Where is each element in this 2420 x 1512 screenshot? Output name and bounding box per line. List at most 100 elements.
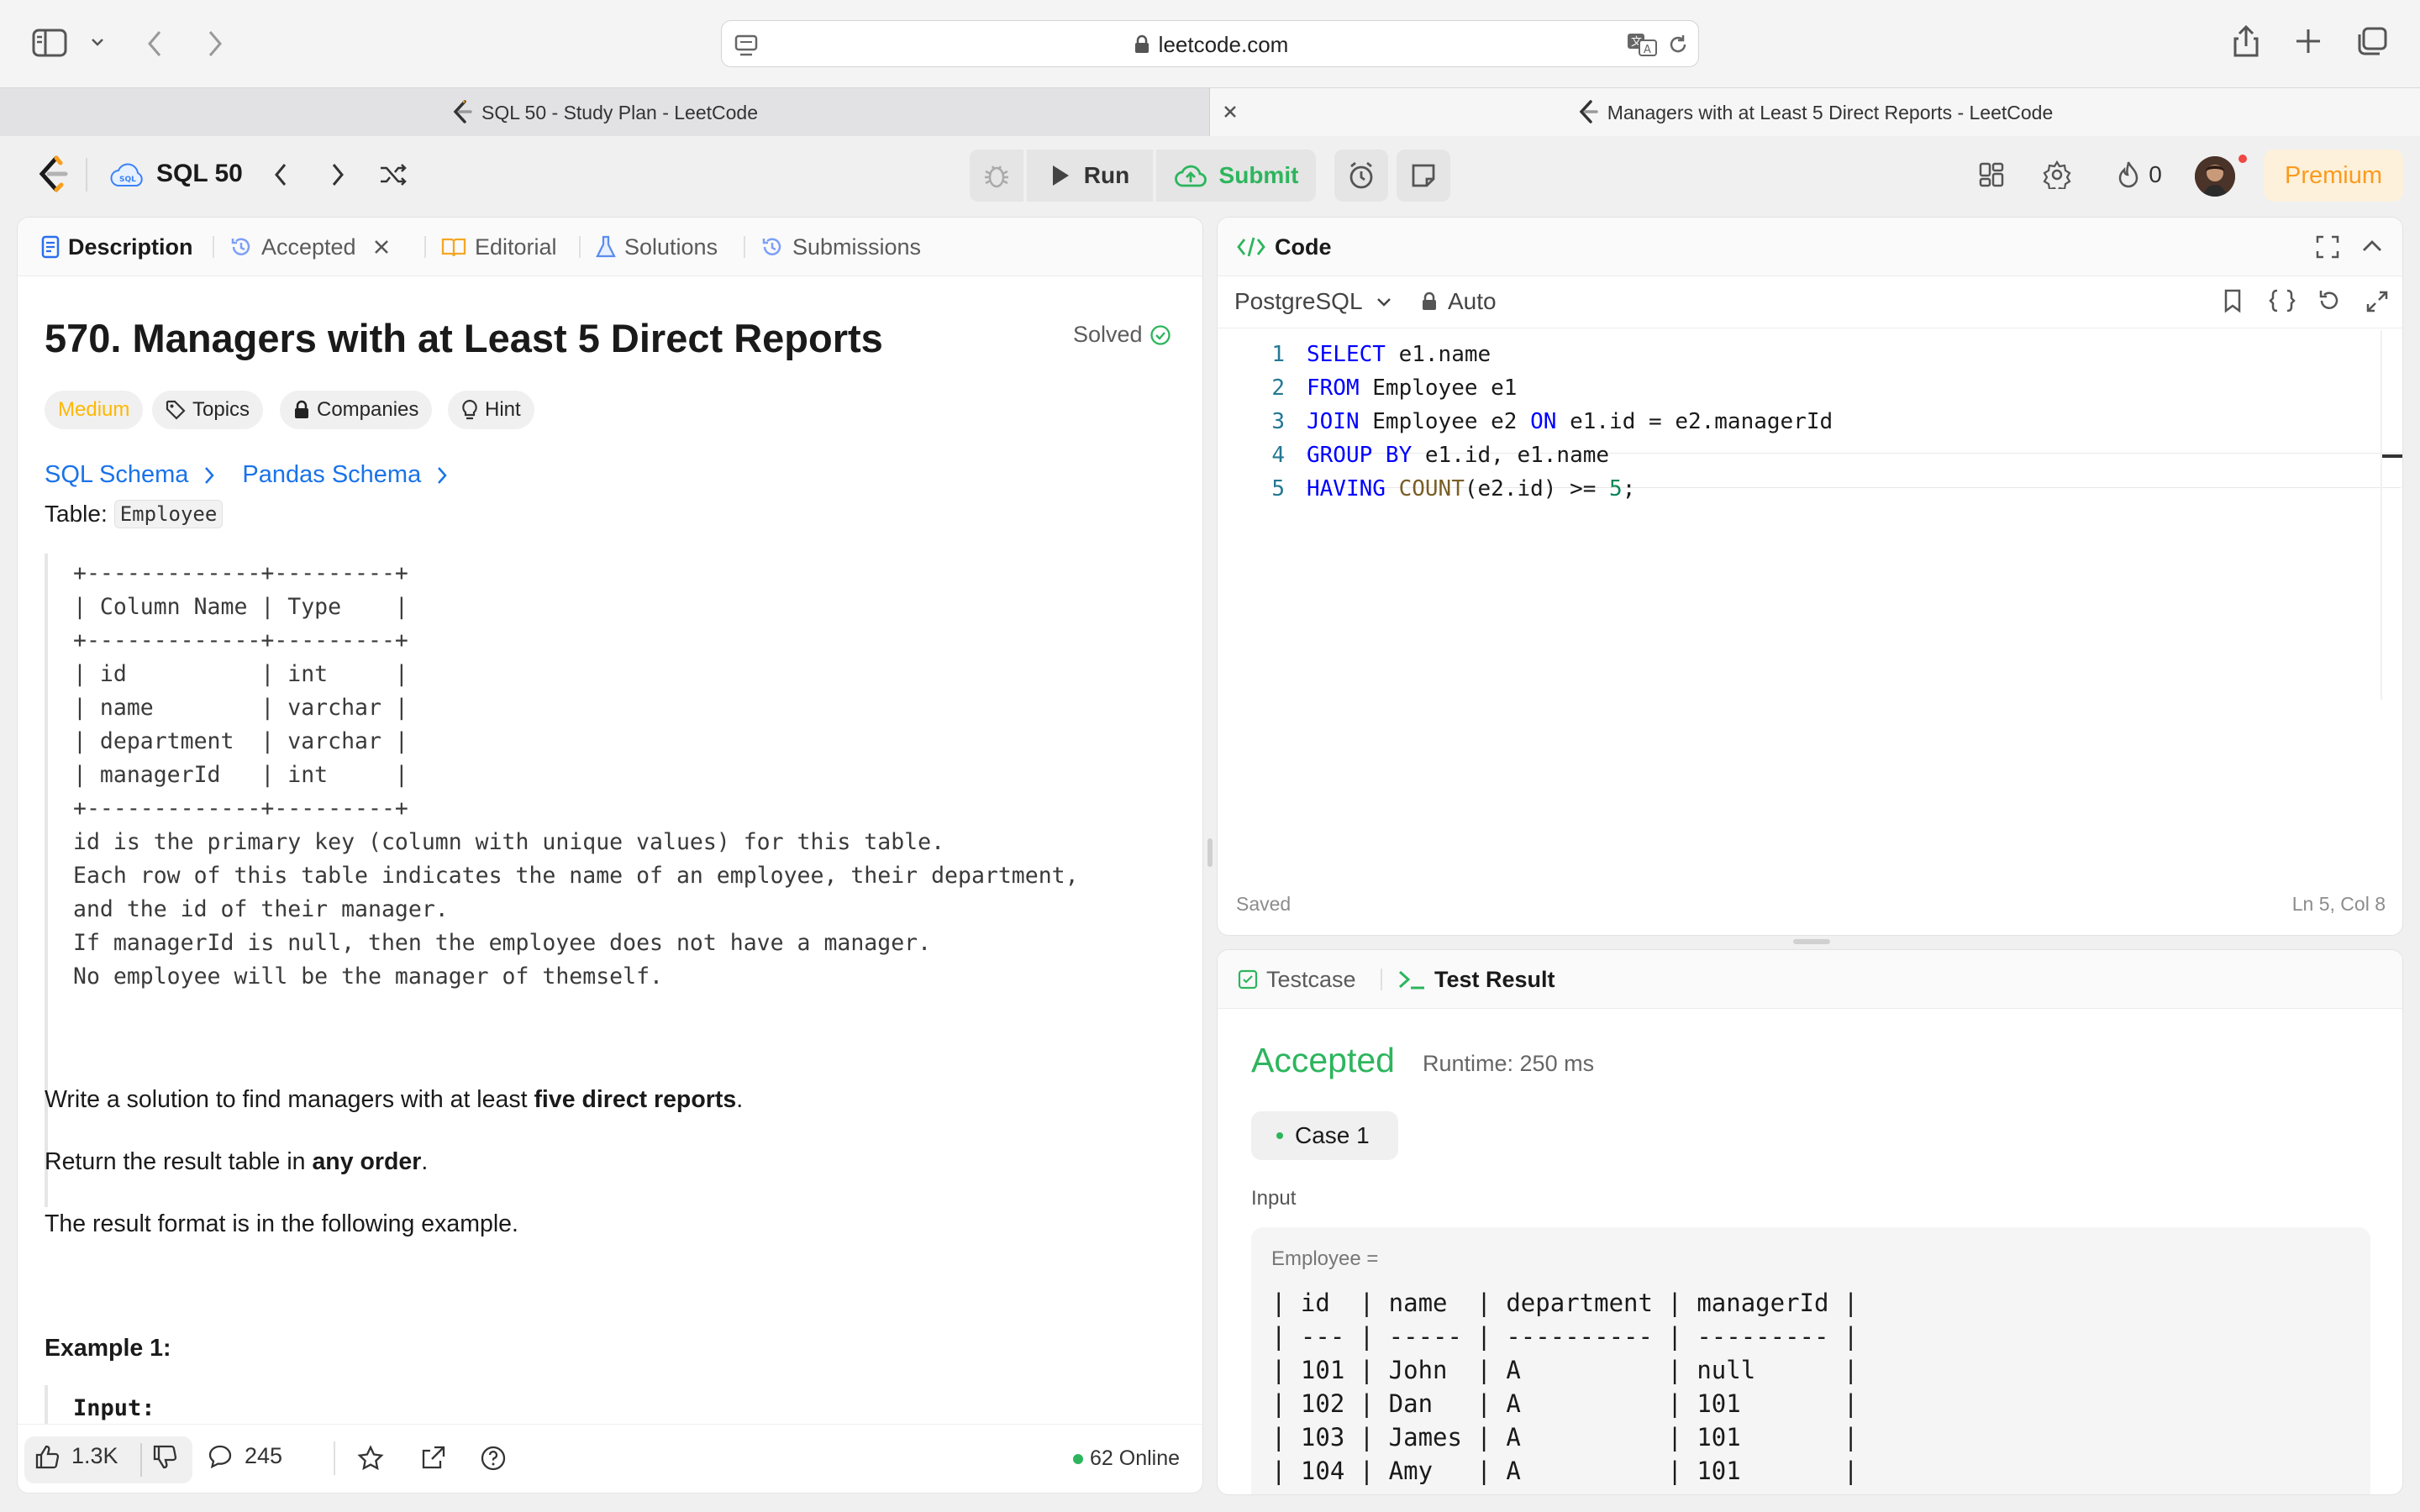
next-problem-icon[interactable]	[324, 160, 351, 190]
submit-button[interactable]: Submit	[1156, 150, 1316, 202]
tab-overview-icon[interactable]	[2356, 27, 2388, 57]
code-token: 5	[1609, 476, 1623, 501]
browser-tab-study-plan[interactable]: SQL 50 - Study Plan - LeetCode	[0, 88, 1210, 137]
tab-title: Managers with at Least 5 Direct Reports …	[1607, 101, 2054, 123]
divider	[334, 1441, 335, 1475]
browser-tab-bar: SQL 50 - Study Plan - LeetCode Managers …	[0, 87, 2420, 137]
line-number: 3	[1271, 409, 1285, 434]
collapse-icon[interactable]	[2360, 236, 2384, 256]
tab-description[interactable]: Description	[41, 218, 193, 276]
like-count: 1.3K	[71, 1443, 118, 1468]
svg-text:A: A	[1644, 44, 1651, 56]
problem-footer: 1.3K 245 62 Online	[18, 1424, 1202, 1493]
thumbs-up-icon	[34, 1444, 60, 1469]
close-tab-icon[interactable]	[1220, 102, 1240, 122]
difficulty-label: Medium	[58, 398, 130, 421]
leetcode-logo-icon	[451, 100, 473, 125]
tab-accepted[interactable]: Accepted	[229, 218, 390, 276]
help-icon[interactable]	[480, 1445, 507, 1472]
case-1-button[interactable]: Case 1	[1251, 1111, 1398, 1160]
chevron-down-icon[interactable]	[89, 34, 106, 50]
code-panel: Code PostgreSQL Auto 1 SELECT e1.name 2 …	[1217, 217, 2403, 936]
bookmark-icon[interactable]	[2223, 288, 2243, 313]
auto-mode-toggle[interactable]: Auto	[1421, 288, 1497, 315]
schema-links: SQL Schema Pandas Schema	[45, 461, 448, 489]
shuffle-icon[interactable]	[376, 160, 410, 190]
share-icon[interactable]	[419, 1445, 446, 1472]
result-panel: Testcase Test Result Accepted Runtime: 2…	[1217, 949, 2403, 1495]
close-icon[interactable]	[373, 239, 390, 255]
address-bar[interactable]: leetcode.com 文A	[721, 20, 1699, 67]
horizontal-resize-handle[interactable]	[1793, 939, 1830, 944]
tab-code[interactable]: Code	[1236, 218, 1332, 276]
comments-button[interactable]: 245	[208, 1443, 282, 1469]
input-table: | id | name | department | managerId | |…	[1271, 1289, 1859, 1485]
comment-icon	[208, 1444, 233, 1469]
format-braces-icon[interactable]	[2268, 288, 2296, 313]
tab-label: Submissions	[792, 234, 922, 260]
sql-cloud-icon: SQL	[109, 156, 146, 193]
companies-button[interactable]: Companies	[280, 391, 433, 429]
language-label: PostgreSQL	[1234, 288, 1363, 314]
run-label: Run	[1083, 162, 1130, 188]
forward-icon[interactable]	[202, 29, 227, 59]
streak-counter[interactable]: 0	[2106, 156, 2173, 193]
timer-button[interactable]	[1334, 150, 1388, 202]
notes-button[interactable]	[1397, 150, 1450, 202]
reset-icon[interactable]	[2317, 288, 2342, 313]
book-icon	[441, 236, 466, 258]
code-token: e1.id = e2.managerId	[1556, 409, 1833, 434]
tab-label: Test Result	[1434, 966, 1555, 992]
divider	[579, 236, 581, 258]
leetcode-logo-icon	[1577, 100, 1599, 125]
layout-icon[interactable]	[1975, 158, 2008, 192]
tab-label: Solutions	[624, 234, 718, 260]
translate-icon[interactable]: 文A	[1626, 31, 1658, 58]
settings-gear-icon[interactable]	[2040, 158, 2074, 192]
editor-scrollbar[interactable]	[2381, 330, 2382, 700]
leetcode-logo[interactable]	[34, 155, 71, 195]
avatar[interactable]	[2195, 156, 2235, 197]
tab-submissions[interactable]: Submissions	[760, 218, 921, 276]
hint-button[interactable]: Hint	[448, 391, 534, 429]
code-token: Employee e1	[1359, 375, 1518, 401]
code-line: HAVING COUNT(e2.id) >= 5;	[1307, 476, 1635, 510]
problem-title[interactable]: 570. Managers with at Least 5 Direct Rep…	[45, 315, 883, 361]
pandas-schema-link[interactable]: Pandas Schema	[242, 461, 421, 489]
code-token: SELECT	[1307, 342, 1386, 367]
code-brackets-icon	[1236, 235, 1266, 259]
debug-button[interactable]	[970, 150, 1023, 202]
reload-icon[interactable]	[1666, 33, 1690, 56]
input-label: Input	[1251, 1187, 1297, 1210]
sidebar-toggle-icon[interactable]	[32, 29, 67, 57]
sql-schema-link[interactable]: SQL Schema	[45, 461, 188, 489]
run-button[interactable]: Run	[1027, 150, 1153, 202]
fullscreen-icon[interactable]	[2315, 234, 2340, 260]
vertical-resize-handle[interactable]	[1207, 838, 1213, 867]
divider	[744, 236, 745, 258]
share-icon[interactable]	[2232, 25, 2260, 59]
tab-test-result[interactable]: Test Result	[1397, 950, 1555, 1009]
code-token: COUNT	[1398, 476, 1465, 501]
prev-problem-icon[interactable]	[267, 160, 294, 190]
back-icon[interactable]	[143, 29, 168, 59]
browser-tab-problem[interactable]: Managers with at Least 5 Direct Reports …	[1210, 88, 2420, 137]
topics-button[interactable]: Topics	[152, 391, 264, 429]
star-icon[interactable]	[357, 1445, 384, 1472]
tab-solutions[interactable]: Solutions	[596, 218, 718, 276]
expand-icon[interactable]	[2365, 290, 2389, 313]
line-number: 1	[1271, 342, 1285, 367]
tab-label: Testcase	[1266, 966, 1356, 992]
thumbs-down-icon[interactable]	[152, 1445, 177, 1470]
tab-testcase[interactable]: Testcase	[1238, 950, 1356, 1009]
study-plan-title[interactable]: SQL 50	[156, 160, 243, 188]
tab-editorial[interactable]: Editorial	[441, 218, 557, 276]
premium-label: Premium	[2284, 161, 2382, 189]
language-select[interactable]: PostgreSQL	[1234, 288, 1393, 315]
new-tab-icon[interactable]	[2294, 27, 2323, 55]
code-editor[interactable]: 1 SELECT e1.name 2 FROM Employee e1 3 JOIN Em…	[1218, 330, 2402, 700]
divider	[86, 158, 87, 192]
like-button[interactable]: 1.3K	[34, 1443, 118, 1469]
premium-button[interactable]: Premium	[2264, 150, 2403, 202]
